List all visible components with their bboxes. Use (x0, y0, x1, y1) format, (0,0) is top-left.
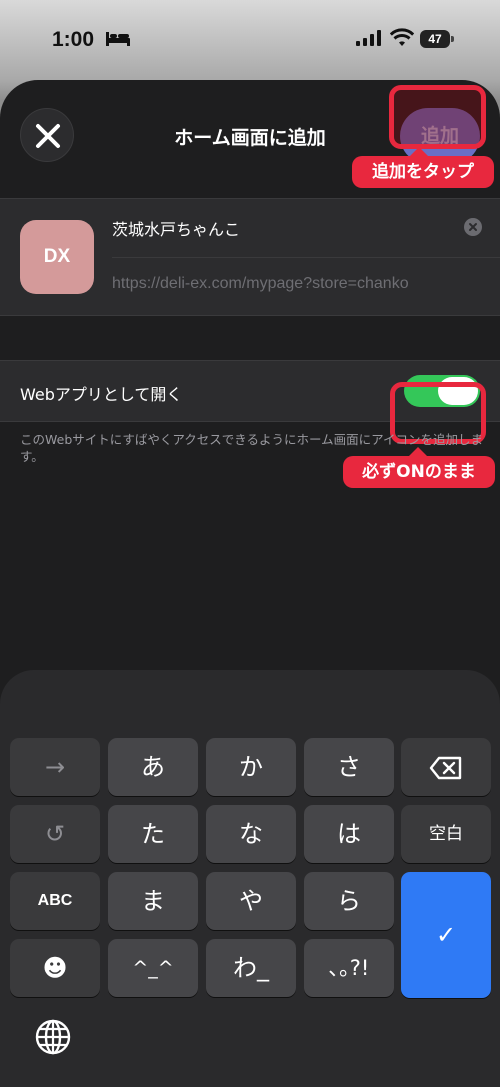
key-space[interactable]: 空白 (401, 805, 491, 863)
key-na[interactable]: な (206, 805, 296, 863)
web-app-label: Webアプリとして開く (20, 385, 183, 404)
key-ya[interactable]: や (206, 872, 296, 930)
key-ha[interactable]: は (304, 805, 394, 863)
status-bar: 1:00 47 (0, 0, 500, 80)
keep-on-callout: 必ずONのまま (343, 447, 495, 488)
key-delete[interactable] (401, 738, 491, 796)
add-button-highlight (389, 85, 486, 149)
wifi-icon (390, 28, 414, 46)
key-next-arrow[interactable]: → (10, 738, 100, 796)
divider (112, 257, 500, 258)
key-ka[interactable]: か (206, 738, 296, 796)
key-ra[interactable]: ら (304, 872, 394, 930)
key-kaomoji[interactable]: ^_^ (108, 939, 198, 997)
status-time: 1:00 (52, 28, 95, 51)
key-a[interactable]: あ (108, 738, 198, 796)
key-punctuation[interactable]: ､｡?! (304, 939, 394, 997)
key-abc[interactable]: ABC (10, 872, 100, 930)
site-icon: DX (20, 220, 94, 294)
key-emoji[interactable]: ☻ (10, 939, 100, 997)
key-confirm[interactable]: ✓ (401, 872, 491, 998)
cellular-signal-icon (356, 30, 381, 46)
battery-indicator: 47 (420, 30, 454, 48)
tap-add-callout: 追加をタップ (352, 147, 494, 188)
key-sa[interactable]: さ (304, 738, 394, 796)
clear-icon[interactable] (464, 218, 482, 236)
site-url: https://deli-ex.com/mypage?store=chanko (112, 275, 409, 292)
globe-icon[interactable] (34, 1018, 72, 1056)
key-ta[interactable]: た (108, 805, 198, 863)
key-wa[interactable]: わ_ (206, 939, 296, 997)
key-undo[interactable]: ↺ (10, 805, 100, 863)
sleep-focus-icon (106, 32, 130, 46)
backspace-icon (429, 756, 462, 780)
key-ma[interactable]: ま (108, 872, 198, 930)
name-field[interactable]: 茨城水戸ちゃんこ (112, 216, 240, 240)
